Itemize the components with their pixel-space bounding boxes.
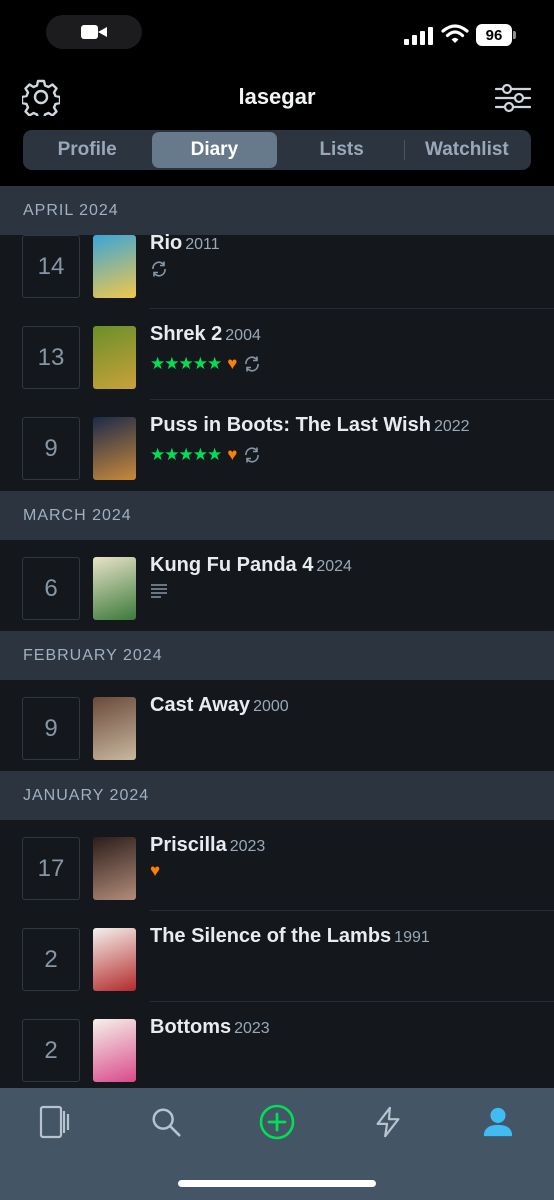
entry-meta — [150, 260, 168, 278]
star-rating: ★★★★★ — [150, 445, 222, 464]
rewatch-icon — [245, 356, 260, 372]
diary-entry[interactable]: 9 Cast Away 2000 — [0, 680, 554, 771]
films-icon — [39, 1105, 70, 1139]
film-poster[interactable] — [93, 697, 136, 760]
film-title: Kung Fu Panda 4 — [150, 554, 314, 576]
film-title: Cast Away — [150, 694, 251, 716]
wifi-icon — [441, 24, 469, 43]
profile-tabs: Profile Diary Lists Watchlist — [23, 130, 531, 170]
entry-meta: ★★★★★ ♥ — [150, 355, 261, 373]
film-title: The Silence of the Lambs — [150, 925, 392, 947]
entry-meta: ♥ — [150, 862, 160, 880]
tab-diary[interactable]: Diary — [152, 132, 277, 168]
diary-entry[interactable]: 13 Shrek 2 2004 ★★★★★ ♥ — [0, 309, 554, 400]
profile-tab[interactable] — [478, 1102, 518, 1142]
diary-entry[interactable]: 9 Puss in Boots: The Last Wish 2022 ★★★★★ ♥ — [0, 400, 554, 491]
battery-indicator: 96 — [476, 24, 516, 46]
entry-title-line: The Silence of the Lambs 1991 — [150, 925, 430, 948]
film-year: 2022 — [433, 418, 470, 435]
tab-lists[interactable]: Lists — [280, 132, 404, 168]
film-year: 2000 — [253, 698, 289, 715]
liked-heart-icon: ♥ — [227, 354, 238, 373]
film-year: 2004 — [225, 327, 261, 344]
film-year: 1991 — [394, 929, 430, 946]
liked-heart-icon: ♥ — [150, 861, 161, 880]
film-year: 2023 — [229, 838, 266, 855]
film-title: Bottoms — [150, 1016, 232, 1038]
film-title: Rio — [150, 232, 183, 254]
diary-list: APRIL 2024 14 Rio 2011 13 Shrek 2 2004 ★★★★★ ♥ 9 P… — [0, 186, 554, 1088]
search-icon — [152, 1108, 181, 1137]
film-poster[interactable] — [93, 1019, 136, 1082]
entry-day: 17 — [22, 837, 80, 900]
entry-title-line: Rio 2011 — [150, 232, 220, 255]
review-text-icon — [151, 584, 167, 598]
entry-title-line: Shrek 2 2004 — [150, 323, 261, 346]
film-poster[interactable] — [93, 928, 136, 991]
video-camera-icon — [81, 24, 107, 40]
film-poster[interactable] — [93, 837, 136, 900]
search-tab[interactable] — [146, 1102, 186, 1142]
film-title: Shrek 2 — [150, 323, 223, 345]
film-poster[interactable] — [93, 417, 136, 480]
add-tab[interactable] — [257, 1102, 297, 1142]
cellular-signal-icon — [404, 25, 434, 45]
bottom-tab-bar — [0, 1088, 554, 1200]
diary-entry[interactable]: 14 Rio 2011 — [0, 218, 554, 309]
diary-entry[interactable]: 17 Priscilla 2023 ♥ — [0, 820, 554, 911]
entry-day: 2 — [22, 928, 80, 991]
activity-tab[interactable] — [368, 1102, 408, 1142]
film-poster[interactable] — [93, 557, 136, 620]
film-year: 2011 — [185, 236, 220, 253]
entry-day: 6 — [22, 557, 80, 620]
profile-header: lasegar Profile Diary Lists Watchlist — [0, 62, 554, 186]
film-title: Puss in Boots: The Last Wish — [150, 414, 431, 436]
rewatch-icon — [152, 261, 166, 277]
diary-entry[interactable]: 2 The Silence of the Lambs 1991 — [0, 911, 554, 1002]
activity-icon — [376, 1106, 400, 1138]
rewatch-icon — [245, 447, 260, 463]
diary-entry[interactable]: 6 Kung Fu Panda 4 2024 — [0, 540, 554, 631]
tab-profile[interactable]: Profile — [25, 132, 149, 168]
film-poster[interactable] — [93, 326, 136, 389]
entry-meta: ★★★★★ ♥ — [150, 446, 261, 464]
film-year: 2023 — [234, 1020, 270, 1037]
films-tab[interactable] — [33, 1102, 73, 1142]
entry-day: 14 — [22, 235, 80, 298]
entry-meta — [150, 582, 168, 600]
page-title: lasegar — [238, 84, 316, 109]
entry-title-line: Bottoms 2023 — [150, 1016, 270, 1039]
entry-day: 9 — [22, 417, 80, 480]
filter-settings-icon[interactable] — [494, 82, 532, 114]
film-poster[interactable] — [93, 235, 136, 298]
entry-day: 2 — [22, 1019, 80, 1082]
dynamic-island — [46, 15, 142, 49]
battery-level: 96 — [476, 24, 512, 46]
entry-day: 13 — [22, 326, 80, 389]
film-year: 2024 — [316, 558, 352, 575]
status-bar: 96 — [0, 0, 554, 62]
profile-icon — [483, 1107, 513, 1137]
tab-watchlist[interactable]: Watchlist — [405, 132, 529, 168]
entry-title-line: Puss in Boots: The Last Wish 2022 — [150, 414, 470, 437]
month-header: FEBRUARY 2024 — [0, 631, 554, 680]
month-header: JANUARY 2024 — [0, 771, 554, 820]
add-icon — [259, 1104, 295, 1140]
entry-title-line: Priscilla 2023 — [150, 834, 265, 857]
star-rating: ★★★★★ — [150, 354, 222, 373]
diary-entry[interactable]: 2 Bottoms 2023 — [0, 1002, 554, 1088]
film-title: Priscilla — [150, 834, 227, 856]
entry-day: 9 — [22, 697, 80, 760]
month-header: MARCH 2024 — [0, 491, 554, 540]
entry-title-line: Kung Fu Panda 4 2024 — [150, 554, 352, 577]
liked-heart-icon: ♥ — [227, 445, 238, 464]
home-indicator — [178, 1180, 376, 1187]
entry-title-line: Cast Away 2000 — [150, 694, 289, 717]
